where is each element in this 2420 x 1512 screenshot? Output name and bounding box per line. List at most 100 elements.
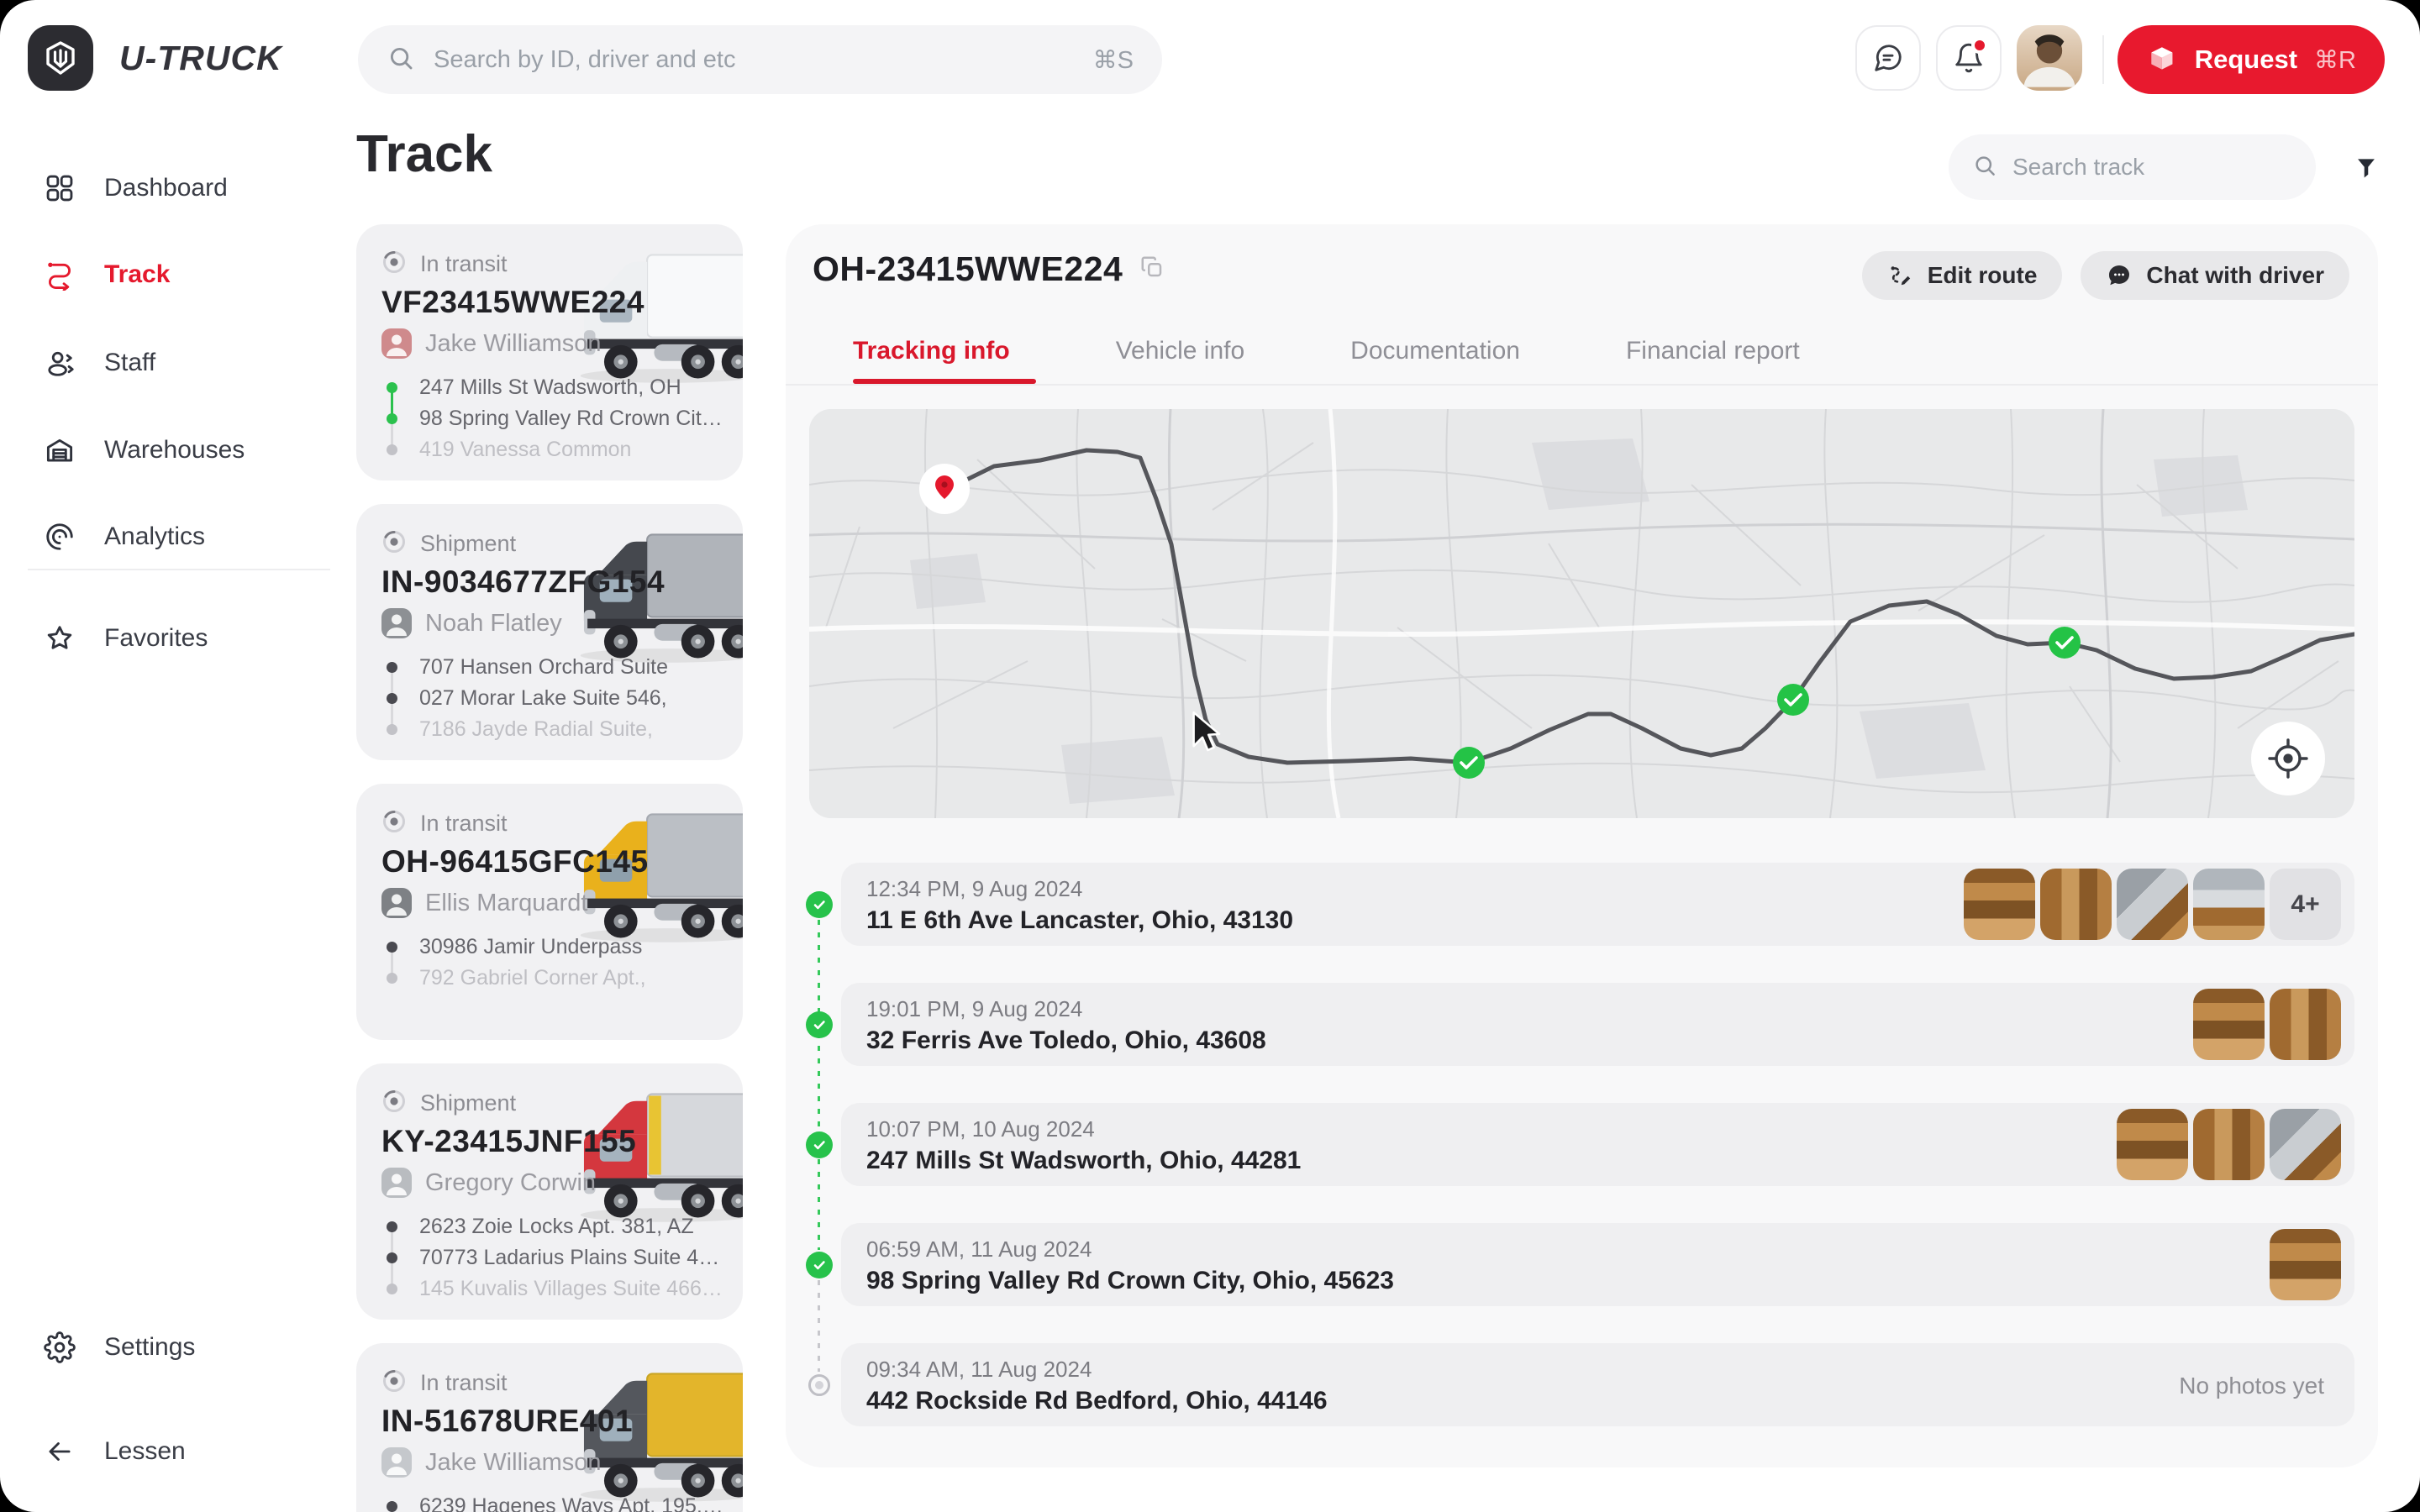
brand-name: U-TRUCK (119, 39, 282, 78)
status-ring-icon (381, 1368, 407, 1398)
status-row: Shipment (381, 529, 516, 559)
shipment-id: OH-23415WWE224 (813, 249, 1123, 289)
shipment-card[interactable]: In transitVF23415WWE224Jake Williamson24… (356, 224, 743, 480)
message-bubble-icon (1872, 42, 1904, 74)
stop-address: 7186 Jayde Radial Suite, (419, 717, 653, 742)
sidebar-item-track[interactable]: Track (44, 244, 170, 305)
photo-thumb[interactable] (2270, 989, 2341, 1060)
status-label: In transit (420, 1370, 508, 1396)
funnel-icon (2352, 154, 2381, 182)
photo-thumb[interactable] (2193, 1109, 2265, 1180)
timeline-row: 06:59 AM, 11 Aug 202498 Spring Valley Rd… (841, 1223, 2354, 1306)
shipment-card-id: IN-9034677ZFG154 (381, 564, 665, 600)
photo-thumb[interactable] (2117, 869, 2188, 940)
checkpoint-marker (1453, 747, 1485, 779)
sidebar-item-staff[interactable]: Staff (44, 333, 155, 393)
timeline-connector-done (818, 920, 820, 1250)
stop-list: 707 Hansen Orchard Suite027 Morar Lake S… (381, 652, 726, 745)
sidebar-item-settings[interactable]: Settings (44, 1317, 195, 1378)
driver-name: Noah Flatley (425, 610, 562, 638)
stop-address: 027 Morar Lake Suite 546, (419, 686, 667, 711)
stop-connector (391, 672, 393, 694)
tab-financial-report[interactable]: Financial report (1626, 337, 1800, 365)
driver-name: Jake Williamson (425, 1449, 602, 1477)
stop-list: 30986 Jamir Underpass792 Gabriel Corner … (381, 932, 726, 994)
sidebar-item-label: Lessen (104, 1437, 186, 1466)
request-button[interactable]: Request ⌘R (2118, 25, 2385, 94)
timeline-address: 442 Rockside Rd Bedford, Ohio, 44146 (866, 1387, 1328, 1415)
timeline-time: 19:01 PM, 9 Aug 2024 (866, 996, 1082, 1022)
stop-list: 2623 Zoie Locks Apt. 381, AZ70773 Ladari… (381, 1211, 726, 1305)
filter-button[interactable] (2346, 148, 2386, 188)
chat-icon (2106, 262, 2133, 289)
timeline-address: 11 E 6th Ave Lancaster, Ohio, 43130 (866, 906, 1293, 935)
global-search[interactable]: ⌘S (358, 25, 1162, 94)
shipment-card-id: KY-23415JNF155 (381, 1124, 636, 1159)
photo-thumb[interactable] (2117, 1109, 2188, 1180)
photo-thumb[interactable] (2193, 989, 2265, 1060)
track-icon (44, 259, 76, 291)
sidebar: Dashboard Track Staff Warehouses Analytics Fa… (0, 118, 353, 1512)
edit-route-button[interactable]: Edit route (1862, 251, 2063, 300)
stop-address: 98 Spring Valley Rd Crown City, OH (419, 407, 726, 431)
stop-dot-icon (387, 1284, 397, 1294)
sidebar-item-lessen[interactable]: Lessen (44, 1421, 186, 1482)
tab-documentation[interactable]: Documentation (1350, 337, 1520, 365)
notification-dot (1971, 37, 1988, 54)
track-search[interactable] (1949, 134, 2316, 200)
page-title: Track (356, 124, 492, 184)
sidebar-item-warehouses[interactable]: Warehouses (44, 420, 245, 480)
timeline-check-icon (806, 1011, 833, 1038)
timeline-row: 09:34 AM, 11 Aug 2024 442 Rockside Rd Bed… (841, 1343, 2354, 1426)
status-row: In transit (381, 249, 508, 279)
stop-list: 6239 Hagenes Ways Apt. 195, WI62611 Tali… (381, 1491, 726, 1512)
stop-item: 2623 Zoie Locks Apt. 381, AZ (381, 1211, 726, 1242)
brand-logo-icon (28, 25, 93, 91)
tab-tracking-info[interactable]: Tracking info (853, 337, 1010, 365)
settings-icon (44, 1331, 76, 1363)
chat-with-driver-button[interactable]: Chat with driver (2081, 251, 2349, 300)
photo-thumb[interactable] (2040, 869, 2112, 940)
stop-connector (391, 1263, 393, 1284)
shipment-card[interactable]: Shipment IN-9034677ZFG154 Noah Flatley 707 … (356, 504, 743, 760)
photo-thumb[interactable] (2270, 1109, 2341, 1180)
status-row: Shipment (381, 1089, 516, 1118)
notifications-button[interactable] (1936, 25, 2002, 91)
global-search-input[interactable] (434, 46, 1075, 74)
copy-icon[interactable] (1139, 255, 1165, 284)
tab-vehicle-info[interactable]: Vehicle info (1116, 337, 1244, 365)
detail-header: OH-23415WWE224 (813, 249, 1165, 289)
status-label: Shipment (420, 531, 516, 557)
stop-dot-icon (387, 382, 397, 393)
driver-avatar (381, 328, 412, 359)
locate-button[interactable] (2251, 722, 2325, 795)
photo-thumb[interactable] (2193, 869, 2265, 940)
sidebar-item-favorites[interactable]: Favorites (44, 608, 208, 669)
status-ring-icon (381, 249, 407, 279)
more-photos-button[interactable]: 4+ (2270, 869, 2341, 940)
timeline-time: 06:59 AM, 11 Aug 2024 (866, 1236, 1092, 1263)
stop-item: 98 Spring Valley Rd Crown City, OH (381, 403, 726, 434)
user-avatar[interactable] (2017, 25, 2082, 91)
route-map[interactable] (809, 409, 2354, 818)
search-shortcut: ⌘S (1093, 45, 1134, 75)
photo-thumb[interactable] (1964, 869, 2035, 940)
track-search-input[interactable] (2012, 154, 2316, 181)
shipment-detail-panel: OH-23415WWE224 Edit route (786, 224, 2378, 1467)
shipment-card[interactable]: ShipmentKY-23415JNF155Gregory Corwin2623… (356, 1063, 743, 1320)
shipment-card[interactable]: In transitIN-51678URE401Jake Williamson6… (356, 1343, 743, 1512)
search-icon (387, 44, 415, 76)
messages-button[interactable] (1855, 25, 1921, 91)
photo-thumb[interactable] (2270, 1229, 2341, 1300)
sidebar-item-label: Favorites (104, 624, 208, 653)
topbar-divider (2102, 35, 2104, 84)
stop-dot-icon (387, 444, 397, 455)
stop-item: 6239 Hagenes Ways Apt. 195, WI (381, 1491, 726, 1512)
status-ring-icon (381, 529, 407, 559)
sidebar-item-dashboard[interactable]: Dashboard (44, 158, 228, 218)
sidebar-item-analytics[interactable]: Analytics (44, 507, 205, 567)
sidebar-item-label: Warehouses (104, 436, 245, 465)
stop-dot-icon (387, 973, 397, 984)
shipment-card[interactable]: In transitOH-96415GFC145Ellis Marquardt3… (356, 784, 743, 1040)
timeline-time: 09:34 AM, 11 Aug 2024 (866, 1357, 1092, 1383)
